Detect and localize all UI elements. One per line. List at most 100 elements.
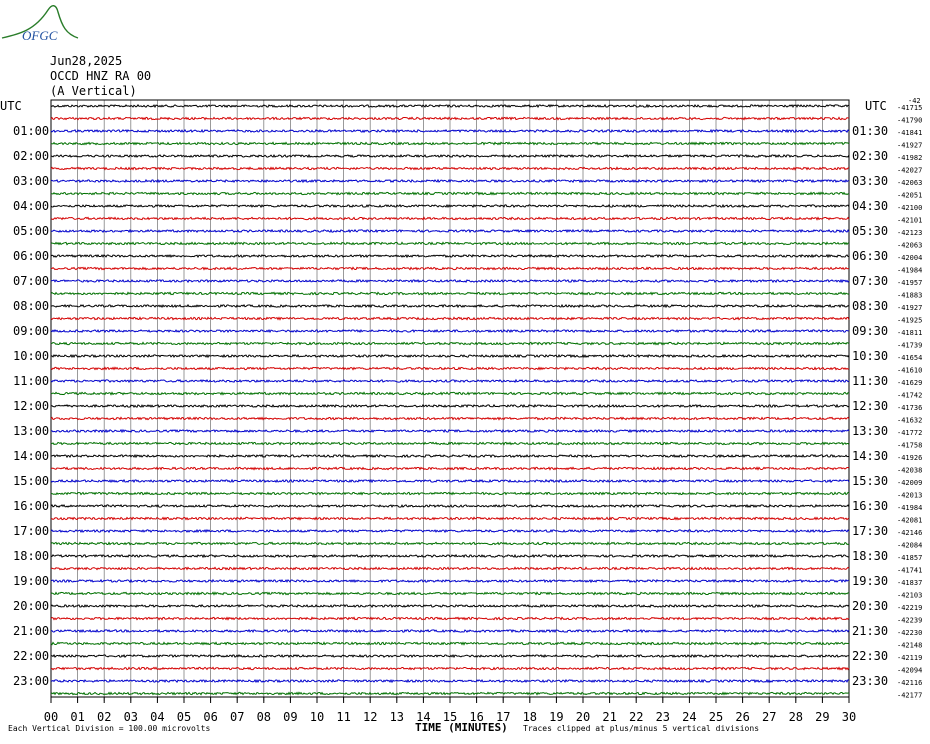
- hour-label-right-20: 20:30: [852, 599, 888, 613]
- hour-label-left-18: 18:00: [13, 549, 49, 563]
- offset-label-10: -42123: [897, 229, 922, 237]
- offset-label-17: -41925: [897, 317, 922, 325]
- offset-label-21: -41610: [897, 367, 922, 375]
- x-tick-09: 09: [283, 710, 297, 724]
- hour-label-right-2: 02:30: [852, 149, 888, 163]
- offset-label-9: -42101: [897, 217, 922, 225]
- offset-label-44: -42119: [897, 654, 922, 662]
- offset-label-7: -42051: [897, 192, 922, 200]
- hour-label-right-3: 03:30: [852, 174, 888, 188]
- clip-note: Traces clipped at plus/minus 5 vertical …: [523, 724, 760, 733]
- hour-label-right-5: 05:30: [852, 224, 888, 238]
- offset-label-19: -41739: [897, 342, 922, 350]
- hour-label-right-21: 21:30: [852, 624, 888, 638]
- offset-label-47: -42177: [897, 692, 922, 700]
- x-tick-21: 21: [602, 710, 616, 724]
- offset-label-42: -42230: [897, 629, 922, 637]
- x-tick-30: 30: [842, 710, 856, 724]
- hour-label-right-19: 19:30: [852, 574, 888, 588]
- x-tick-02: 02: [97, 710, 111, 724]
- hour-label-left-22: 22:00: [13, 649, 49, 663]
- hour-label-left-8: 08:00: [13, 299, 49, 313]
- hour-label-right-7: 07:30: [852, 274, 888, 288]
- hour-label-right-8: 08:30: [852, 299, 888, 313]
- x-tick-03: 03: [124, 710, 138, 724]
- hour-label-left-20: 20:00: [13, 599, 49, 613]
- offset-label-27: -41758: [897, 442, 922, 450]
- hour-label-right-6: 06:30: [852, 249, 888, 263]
- x-tick-28: 28: [789, 710, 803, 724]
- offset-label-6: -42063: [897, 179, 922, 187]
- offset-label-43: -42148: [897, 642, 922, 650]
- hour-label-left-21: 21:00: [13, 624, 49, 638]
- offset-label-top: -42: [908, 97, 921, 105]
- hour-label-left-23: 23:00: [13, 674, 49, 688]
- offset-label-0: -41715: [897, 104, 922, 112]
- division-note: Each Vertical Division = 100.00 microvol…: [8, 724, 211, 733]
- offset-label-15: -41883: [897, 292, 922, 300]
- offset-label-30: -42009: [897, 479, 922, 487]
- hour-label-right-15: 15:30: [852, 474, 888, 488]
- hour-label-right-17: 17:30: [852, 524, 888, 538]
- hour-label-left-12: 12:00: [13, 399, 49, 413]
- hour-label-right-14: 14:30: [852, 449, 888, 463]
- hour-label-right-9: 09:30: [852, 324, 888, 338]
- x-tick-04: 04: [150, 710, 164, 724]
- offset-label-33: -42081: [897, 517, 922, 525]
- x-tick-25: 25: [709, 710, 723, 724]
- x-tick-24: 24: [682, 710, 696, 724]
- x-tick-13: 13: [390, 710, 404, 724]
- helicorder-plot: -41715-41790-41841-41927-41982-42027-420…: [13, 97, 922, 724]
- offset-label-13: -41984: [897, 267, 922, 275]
- hour-label-right-16: 16:30: [852, 499, 888, 513]
- offset-label-38: -41837: [897, 579, 922, 587]
- x-tick-18: 18: [523, 710, 537, 724]
- x-tick-23: 23: [656, 710, 670, 724]
- hour-label-left-4: 04:00: [13, 199, 49, 213]
- hour-label-left-16: 16:00: [13, 499, 49, 513]
- hour-label-left-19: 19:00: [13, 574, 49, 588]
- hour-label-left-14: 14:00: [13, 449, 49, 463]
- x-tick-11: 11: [336, 710, 350, 724]
- hour-label-left-17: 17:00: [13, 524, 49, 538]
- offset-label-32: -41984: [897, 504, 922, 512]
- hour-label-left-9: 09:00: [13, 324, 49, 338]
- hour-label-left-15: 15:00: [13, 474, 49, 488]
- offset-label-34: -42146: [897, 529, 922, 537]
- hour-label-left-5: 05:00: [13, 224, 49, 238]
- offset-label-3: -41927: [897, 142, 922, 150]
- hour-label-right-23: 23:30: [852, 674, 888, 688]
- offset-label-46: -42116: [897, 679, 922, 687]
- hour-label-left-7: 07:00: [13, 274, 49, 288]
- x-tick-05: 05: [177, 710, 191, 724]
- hour-label-left-2: 02:00: [13, 149, 49, 163]
- offset-label-24: -41736: [897, 404, 922, 412]
- offset-label-4: -41982: [897, 154, 922, 162]
- x-tick-00: 00: [44, 710, 58, 724]
- offset-label-16: -41927: [897, 304, 922, 312]
- hour-label-left-11: 11:00: [13, 374, 49, 388]
- offset-label-23: -41742: [897, 392, 922, 400]
- offset-label-18: -41811: [897, 329, 922, 337]
- x-tick-20: 20: [576, 710, 590, 724]
- offset-label-29: -42038: [897, 467, 922, 475]
- offset-label-36: -41857: [897, 554, 922, 562]
- hour-label-right-22: 22:30: [852, 649, 888, 663]
- offset-label-31: -42013: [897, 492, 922, 500]
- x-tick-29: 29: [815, 710, 829, 724]
- offset-label-12: -42004: [897, 254, 922, 262]
- x-tick-27: 27: [762, 710, 776, 724]
- offset-label-20: -41654: [897, 354, 922, 362]
- offset-label-39: -42103: [897, 592, 922, 600]
- hour-label-left-3: 03:00: [13, 174, 49, 188]
- x-tick-12: 12: [363, 710, 377, 724]
- offset-label-11: -42063: [897, 242, 922, 250]
- hour-label-right-13: 13:30: [852, 424, 888, 438]
- offset-label-8: -42100: [897, 204, 922, 212]
- offset-label-37: -41741: [897, 567, 922, 575]
- offset-label-41: -42239: [897, 617, 922, 625]
- hour-label-left-13: 13:00: [13, 424, 49, 438]
- offset-label-28: -41926: [897, 454, 922, 462]
- x-tick-10: 10: [310, 710, 324, 724]
- hour-label-left-6: 06:00: [13, 249, 49, 263]
